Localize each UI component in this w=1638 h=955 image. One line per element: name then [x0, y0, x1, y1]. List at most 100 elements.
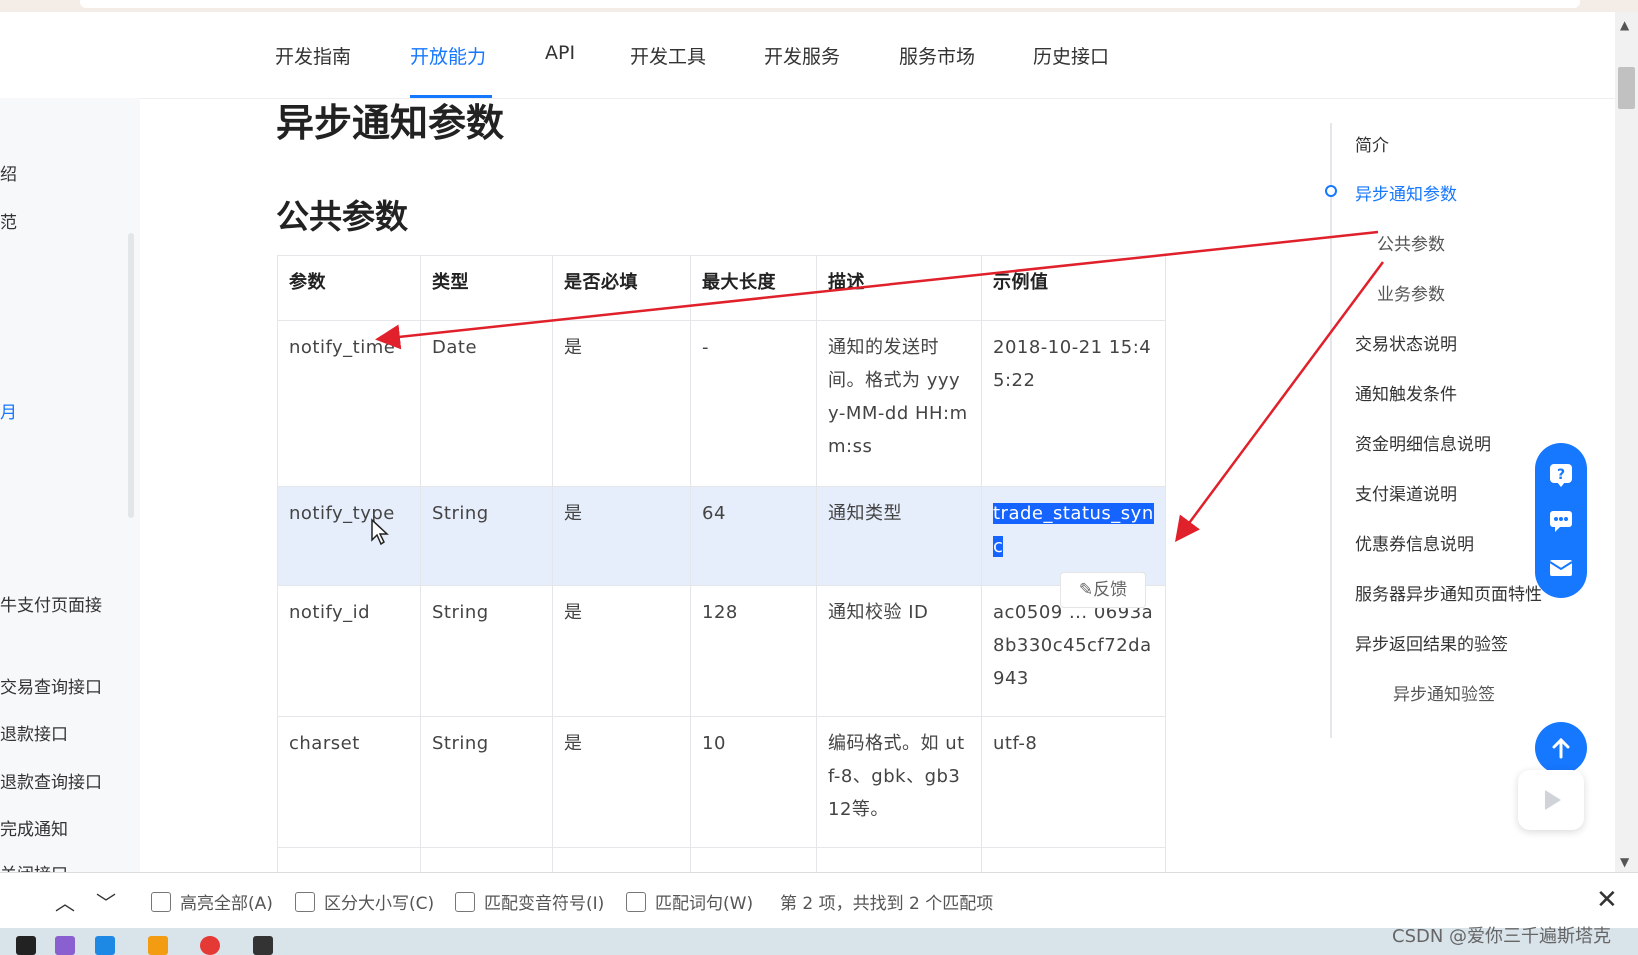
cell-type: String [420, 716, 553, 848]
toc-item[interactable]: 支付渠道说明 [1355, 480, 1457, 505]
page-scrollbar[interactable]: ▲ ▼ [1615, 12, 1638, 872]
arrow-up-icon [1552, 737, 1570, 759]
cell-maxlen: - [690, 320, 817, 487]
section-title: 公共参数 [276, 197, 408, 236]
toc-item[interactable]: 业务参数 [1377, 280, 1445, 305]
table-header: 最大长度 [690, 255, 817, 321]
nav-item-dev-guide[interactable]: 开发指南 [275, 42, 351, 69]
top-navigation: 开发指南 开放能力 API 开发工具 开发服务 服务市场 历史接口 [0, 12, 1615, 99]
toc-item[interactable]: 简介 [1355, 131, 1389, 156]
annotation-arrow [1175, 261, 1385, 543]
toc-item[interactable]: 交易状态说明 [1355, 330, 1457, 355]
firefox-icon[interactable] [148, 936, 168, 955]
nav-item-dev-tools[interactable]: 开发工具 [630, 42, 706, 69]
nav-item-service-market[interactable]: 服务市场 [899, 42, 975, 69]
feedback-label: 反馈 [1093, 580, 1128, 600]
help-icon[interactable]: ? [1547, 461, 1575, 489]
table-row-highlighted: notify_type String 是 64 通知类型 trade_statu… [277, 486, 1166, 586]
cell-param: notify_type [277, 486, 421, 586]
cell-required: 是 [552, 585, 691, 717]
table-header: 示例值 [981, 255, 1166, 321]
nav-item-api[interactable]: API [545, 42, 575, 64]
toc-item[interactable]: 异步通知验签 [1393, 680, 1495, 705]
toc-rail [1330, 123, 1332, 738]
table-row: notify_time Date 是 - 通知的发送时间。格式为 yyyy-MM… [277, 320, 1166, 487]
scrollbar-thumb[interactable] [1618, 67, 1635, 109]
cell-param: notify_id [277, 585, 421, 717]
feedback-button[interactable]: ✎反馈 [1060, 572, 1146, 608]
terminal-icon[interactable] [253, 936, 273, 955]
cell-example: utf-8 [981, 716, 1166, 848]
chrome-icon[interactable] [200, 936, 220, 955]
toc-item[interactable]: 资金明细信息说明 [1355, 430, 1491, 455]
sidebar-item[interactable]: 完成通知 [0, 815, 68, 840]
sidebar-item[interactable]: 牛支付页面接 [0, 591, 102, 616]
scroll-down-icon[interactable]: ▼ [1620, 855, 1629, 869]
chat-icon[interactable] [1547, 507, 1575, 535]
find-prev-icon[interactable]: ︿ [55, 887, 75, 916]
sidebar-item[interactable]: 退款查询接口 [0, 768, 102, 793]
nav-item-dev-service[interactable]: 开发服务 [764, 42, 840, 69]
toc-item-active[interactable]: 异步通知参数 [1355, 180, 1457, 205]
cell-param: notify_time [277, 320, 421, 487]
cell-example: trade_status_sync [981, 486, 1166, 586]
table-header: 是否必填 [552, 255, 691, 321]
find-status: 第 2 项，共找到 2 个匹配项 [780, 894, 994, 914]
params-table: 参数 类型 是否必填 最大长度 描述 示例值 notify_time Date … [277, 255, 1166, 879]
sidebar-item[interactable]: 范 [0, 208, 17, 233]
cell-maxlen: 64 [690, 486, 817, 586]
cell-required: 是 [552, 716, 691, 848]
find-bar: ︿ ﹀ 高亮全部(A) 区分大小写(C) 匹配变音符号(I) 匹配词句(W) 第… [0, 872, 1638, 929]
match-case-checkbox[interactable]: 区分大小写(C) [295, 889, 434, 914]
toc-item[interactable]: 异步返回结果的验签 [1355, 630, 1508, 655]
page-title: 异步通知参数 [276, 101, 505, 145]
toc-item[interactable]: 优惠券信息说明 [1355, 530, 1474, 555]
cell-required: 是 [552, 320, 691, 487]
table-header: 描述 [816, 255, 982, 321]
watermark: CSDN @爱你三千遍斯塔克 [1392, 926, 1612, 947]
cell-required: 是 [552, 486, 691, 586]
sidebar-item[interactable]: 退款接口 [0, 720, 68, 745]
toc-active-dot [1325, 185, 1337, 197]
cell-type: String [420, 486, 553, 586]
mouse-cursor-icon [371, 518, 389, 546]
toc-item[interactable]: 服务器异步通知页面特性 [1355, 580, 1542, 605]
play-icon [1545, 790, 1561, 810]
find-next-icon[interactable]: ﹀ [96, 887, 116, 916]
whole-words-checkbox[interactable]: 匹配词句(W) [626, 889, 753, 914]
table-header: 类型 [420, 255, 553, 321]
floating-help-panel: ? [1535, 443, 1587, 598]
app-icon[interactable] [16, 936, 36, 955]
vscode-icon[interactable] [95, 936, 115, 955]
match-diacritics-checkbox[interactable]: 匹配变音符号(I) [455, 889, 604, 914]
mail-icon[interactable] [1547, 553, 1575, 581]
cell-desc: 通知的发送时间。格式为 yyyy-MM-dd HH:mm:ss [816, 320, 982, 487]
nav-item-open-capability[interactable]: 开放能力 [410, 42, 486, 69]
left-sidebar: 绍 范 月 牛支付页面接 交易查询接口 退款接口 退款查询接口 完成通知 关闭接… [0, 98, 140, 873]
highlight-all-checkbox[interactable]: 高亮全部(A) [151, 889, 273, 914]
video-button[interactable] [1518, 770, 1584, 830]
cell-param: charset [277, 716, 421, 848]
cell-type: Date [420, 320, 553, 487]
edit-icon: ✎ [1078, 580, 1094, 600]
cell-desc: 通知类型 [816, 486, 982, 586]
cell-example: 2018-10-21 15:45:22 [981, 320, 1166, 487]
back-to-top-button[interactable] [1535, 722, 1587, 774]
sidebar-scrollbar[interactable] [128, 233, 134, 518]
scroll-up-icon[interactable]: ▲ [1620, 18, 1629, 32]
sidebar-item[interactable]: 绍 [0, 160, 17, 185]
cell-desc: 编码格式。如 utf-8、gbk、gb312等。 [816, 716, 982, 848]
app-icon[interactable] [55, 936, 75, 955]
toc-item[interactable]: 通知触发条件 [1355, 380, 1457, 405]
toc-item[interactable]: 公共参数 [1377, 230, 1445, 255]
sidebar-item[interactable]: 交易查询接口 [0, 673, 102, 698]
cell-type: String [420, 585, 553, 717]
svg-text:?: ? [1557, 467, 1565, 483]
cell-desc: 通知校验 ID [816, 585, 982, 717]
table-row: notify_id String 是 128 通知校验 ID ac0509 ..… [277, 585, 1166, 717]
nav-item-history-api[interactable]: 历史接口 [1033, 42, 1109, 69]
close-icon[interactable]: ✕ [1596, 885, 1618, 915]
selected-text[interactable]: trade_status_sync [993, 503, 1154, 557]
cell-maxlen: 128 [690, 585, 817, 717]
sidebar-item[interactable]: 月 [0, 398, 17, 423]
